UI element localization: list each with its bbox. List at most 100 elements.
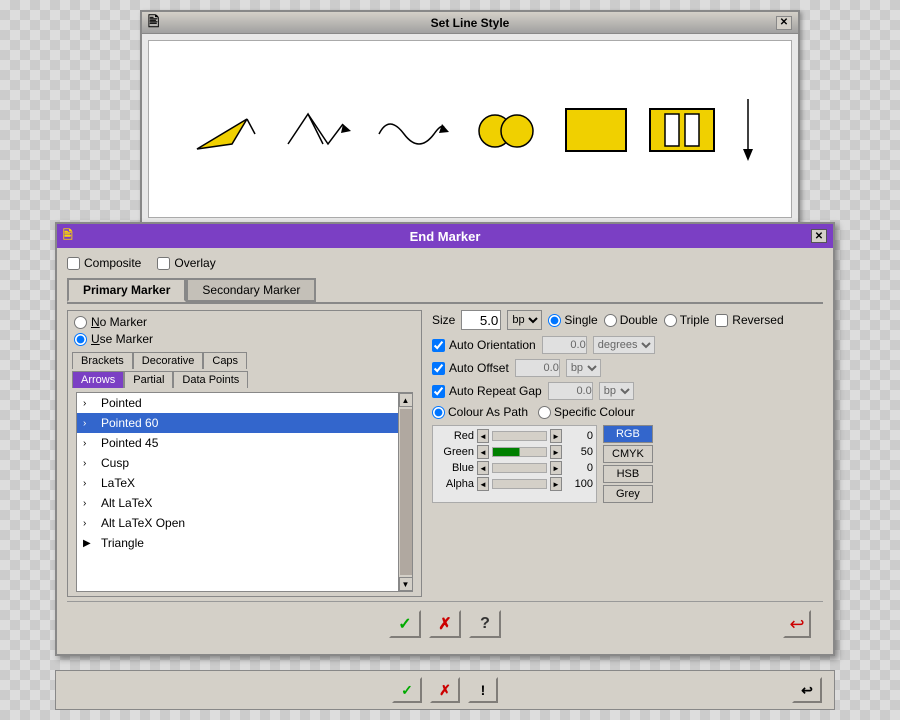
tab-arrows[interactable]: Arrows bbox=[72, 371, 124, 388]
shape-wave bbox=[369, 89, 449, 169]
blue-slider-row: Blue ◄ ► 0 bbox=[436, 461, 593, 475]
tab-secondary-marker[interactable]: Secondary Marker bbox=[186, 278, 316, 302]
size-input[interactable] bbox=[461, 310, 501, 330]
help-button[interactable]: ? bbox=[469, 610, 501, 638]
arrow-icon: › bbox=[83, 478, 95, 489]
double-radio[interactable] bbox=[604, 314, 617, 327]
marker-item-triangle[interactable]: ▶ Triangle bbox=[77, 533, 412, 553]
specific-colour-radio[interactable] bbox=[538, 406, 551, 419]
alpha-slider-track[interactable] bbox=[492, 479, 547, 489]
composite-checkbox[interactable] bbox=[67, 257, 80, 270]
green-decrease-btn[interactable]: ◄ bbox=[477, 445, 489, 459]
blue-label: Blue bbox=[436, 462, 474, 474]
alpha-slider-row: Alpha ◄ ► 100 bbox=[436, 477, 593, 491]
no-marker-radio[interactable] bbox=[74, 316, 87, 329]
auto-offset-checkbox[interactable] bbox=[432, 362, 445, 375]
marker-label: LaTeX bbox=[101, 476, 135, 490]
auto-repeat-unit[interactable]: bp bbox=[599, 382, 634, 400]
tab-caps[interactable]: Caps bbox=[203, 352, 247, 369]
red-slider-track[interactable] bbox=[492, 431, 547, 441]
colour-as-path-text: Colour As Path bbox=[448, 405, 528, 419]
bottom-help-btn[interactable]: ! bbox=[468, 677, 498, 703]
single-radio-label[interactable]: Single bbox=[548, 313, 597, 327]
red-label: Red bbox=[436, 430, 474, 442]
marker-item-alt-latex-open[interactable]: › Alt LaTeX Open bbox=[77, 513, 412, 533]
red-decrease-btn[interactable]: ◄ bbox=[477, 429, 489, 443]
triple-radio[interactable] bbox=[664, 314, 677, 327]
reset-button[interactable]: ↩ bbox=[783, 610, 811, 638]
end-marker-close[interactable]: ✕ bbox=[811, 229, 827, 243]
green-label: Green bbox=[436, 446, 474, 458]
auto-offset-checkbox-label[interactable]: Auto Offset bbox=[432, 361, 509, 375]
green-slider-track[interactable] bbox=[492, 447, 547, 457]
colour-as-path-radio[interactable] bbox=[432, 406, 445, 419]
specific-colour-label[interactable]: Specific Colour bbox=[538, 405, 635, 419]
single-radio[interactable] bbox=[548, 314, 561, 327]
scroll-thumb[interactable] bbox=[400, 409, 412, 575]
cmyk-btn[interactable]: CMYK bbox=[603, 445, 653, 463]
cancel-button[interactable]: ✗ bbox=[429, 610, 461, 638]
alpha-decrease-btn[interactable]: ◄ bbox=[477, 477, 489, 491]
ok-button[interactable]: ✓ bbox=[389, 610, 421, 638]
tab-primary-marker[interactable]: Primary Marker bbox=[67, 278, 186, 302]
blue-slider-track[interactable] bbox=[492, 463, 547, 473]
overlay-checkbox-label[interactable]: Overlay bbox=[157, 256, 215, 270]
auto-orientation-input[interactable] bbox=[542, 336, 587, 354]
blue-value: 0 bbox=[565, 462, 593, 474]
auto-orientation-checkbox-label[interactable]: Auto Orientation bbox=[432, 338, 536, 352]
auto-repeat-checkbox[interactable] bbox=[432, 385, 445, 398]
set-line-style-titlebar: 🖹 Set Line Style ✕ bbox=[142, 12, 798, 34]
blue-decrease-btn[interactable]: ◄ bbox=[477, 461, 489, 475]
main-area: No Marker Use Marker Brackets Decorative… bbox=[67, 310, 823, 597]
tab-decorative[interactable]: Decorative bbox=[133, 352, 204, 369]
tab-data-points[interactable]: Data Points bbox=[173, 371, 248, 388]
marker-item-pointed-60[interactable]: › Pointed 60 bbox=[77, 413, 412, 433]
auto-offset-unit[interactable]: bp bbox=[566, 359, 601, 377]
action-buttons: ✓ ✗ ? bbox=[389, 610, 501, 638]
overlay-checkbox[interactable] bbox=[157, 257, 170, 270]
marker-item-cusp[interactable]: › Cusp bbox=[77, 453, 412, 473]
auto-offset-input[interactable] bbox=[515, 359, 560, 377]
marker-item-pointed[interactable]: › Pointed bbox=[77, 393, 412, 413]
bottom-cancel-btn[interactable]: ✗ bbox=[430, 677, 460, 703]
blue-increase-btn[interactable]: ► bbox=[550, 461, 562, 475]
size-unit-select[interactable]: bp bbox=[507, 310, 542, 330]
hsb-btn[interactable]: HSB bbox=[603, 465, 653, 483]
colour-as-path-label[interactable]: Colour As Path bbox=[432, 405, 528, 419]
alpha-increase-btn[interactable]: ► bbox=[550, 477, 562, 491]
secondary-marker-label: Secondary Marker bbox=[202, 283, 300, 297]
bottom-reset-btn[interactable]: ↩ bbox=[792, 677, 822, 703]
auto-orientation-unit[interactable]: degrees bbox=[593, 336, 655, 354]
red-increase-btn[interactable]: ► bbox=[550, 429, 562, 443]
end-marker-title: End Marker bbox=[410, 229, 481, 244]
use-marker-radio[interactable] bbox=[74, 333, 87, 346]
scroll-up-btn[interactable]: ▲ bbox=[399, 393, 413, 407]
marker-item-pointed-45[interactable]: › Pointed 45 bbox=[77, 433, 412, 453]
composite-checkbox-label[interactable]: Composite bbox=[67, 256, 141, 270]
shape-down-arrow bbox=[733, 89, 763, 169]
alpha-value: 100 bbox=[565, 478, 593, 490]
no-marker-label[interactable]: No Marker bbox=[74, 315, 415, 329]
marker-list-container[interactable]: › Pointed › Pointed 60 › Pointed 45 bbox=[76, 392, 413, 592]
scrollbar[interactable]: ▲ ▼ bbox=[398, 393, 412, 591]
grey-btn[interactable]: Grey bbox=[603, 485, 653, 503]
marker-item-latex[interactable]: › LaTeX bbox=[77, 473, 412, 493]
set-line-style-close[interactable]: ✕ bbox=[776, 16, 792, 30]
tab-brackets[interactable]: Brackets bbox=[72, 352, 133, 369]
rgb-btn[interactable]: RGB bbox=[603, 425, 653, 443]
green-slider-row: Green ◄ ► 50 bbox=[436, 445, 593, 459]
scroll-down-btn[interactable]: ▼ bbox=[399, 577, 413, 591]
auto-orientation-checkbox[interactable] bbox=[432, 339, 445, 352]
auto-orientation-row: Auto Orientation degrees bbox=[432, 336, 823, 354]
marker-item-alt-latex[interactable]: › Alt LaTeX bbox=[77, 493, 412, 513]
reversed-checkbox-label[interactable]: Reversed bbox=[715, 313, 783, 327]
triple-radio-label[interactable]: Triple bbox=[664, 313, 710, 327]
green-increase-btn[interactable]: ► bbox=[550, 445, 562, 459]
tab-partial[interactable]: Partial bbox=[124, 371, 173, 388]
bottom-ok-btn[interactable]: ✓ bbox=[392, 677, 422, 703]
auto-repeat-checkbox-label[interactable]: Auto Repeat Gap bbox=[432, 384, 542, 398]
double-radio-label[interactable]: Double bbox=[604, 313, 658, 327]
auto-repeat-input[interactable] bbox=[548, 382, 593, 400]
reversed-checkbox[interactable] bbox=[715, 314, 728, 327]
use-marker-label[interactable]: Use Marker bbox=[74, 332, 415, 346]
